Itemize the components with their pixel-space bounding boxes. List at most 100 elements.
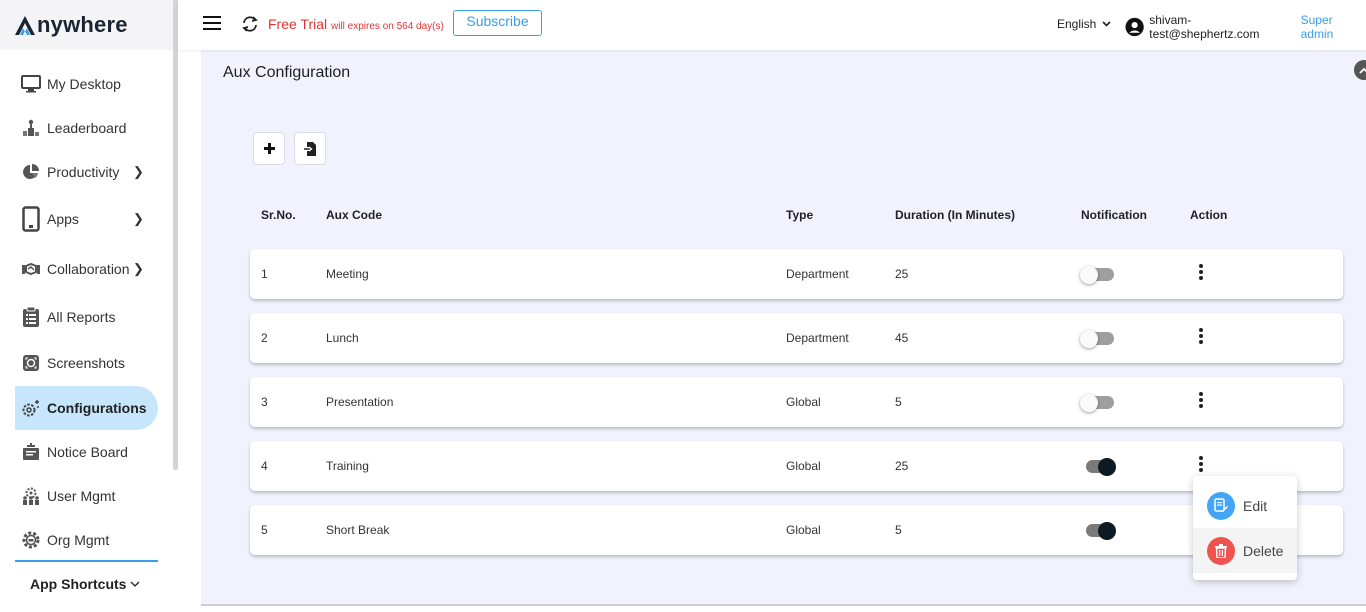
sidebar-item-label: Collaboration (47, 261, 130, 277)
column-header-type: Type (786, 208, 814, 222)
cell-aux-code: Lunch (326, 331, 359, 345)
table-row: 5 Short Break Global 5 (250, 505, 1343, 555)
cell-type: Department (786, 267, 849, 281)
language-selector[interactable]: English (1057, 17, 1111, 31)
sync-icon[interactable] (240, 14, 260, 34)
sidebar-item-label: Configurations (47, 400, 147, 416)
toggle-knob (1080, 394, 1098, 412)
chevron-down-icon (1102, 21, 1111, 27)
sidebar-scrollbar[interactable] (173, 0, 178, 470)
notification-toggle[interactable] (1080, 266, 1116, 284)
collapse-panel-button[interactable] (1354, 60, 1366, 80)
file-import-icon (303, 141, 316, 156)
chevron-down-icon (130, 581, 140, 587)
tablet-icon (21, 206, 41, 232)
user-avatar-icon (1125, 17, 1144, 37)
logo-a-icon (15, 16, 35, 35)
toggle-knob (1080, 330, 1098, 348)
row-action-menu: Edit Delete (1193, 476, 1297, 580)
sidebar-item-productivity[interactable]: Productivity ❯ (15, 150, 158, 194)
edit-icon (1207, 491, 1235, 520)
sidebar-item-apps[interactable]: Apps ❯ (15, 194, 158, 244)
hamburger-line (203, 28, 221, 30)
notification-toggle[interactable] (1080, 394, 1116, 412)
notification-toggle[interactable] (1080, 458, 1116, 476)
cell-duration: 25 (895, 459, 909, 473)
sidebar-item-my-desktop[interactable]: My Desktop (15, 62, 158, 106)
app-shortcuts-toggle[interactable]: App Shortcuts (30, 576, 140, 592)
sidebar-item-org-mgmt[interactable]: Org Mgmt (15, 518, 158, 562)
free-trial-notice: Free Trial will expires on 564 day(s) (268, 16, 444, 32)
sidebar-item-all-reports[interactable]: All Reports (15, 294, 158, 340)
menu-item-edit[interactable]: Edit (1193, 483, 1297, 528)
table-row: 3 Presentation Global 5 (250, 377, 1343, 427)
more-actions-icon[interactable] (1195, 325, 1207, 347)
gear-icon (21, 398, 41, 418)
menu-item-delete[interactable]: Delete (1193, 528, 1297, 573)
leaderboard-icon (21, 118, 41, 138)
import-file-button[interactable] (294, 132, 326, 165)
language-value: English (1057, 17, 1097, 31)
toggle-knob (1080, 266, 1098, 284)
more-actions-icon[interactable] (1195, 453, 1207, 475)
cell-duration: 25 (895, 267, 909, 281)
add-aux-button[interactable] (253, 132, 285, 165)
chevron-right-icon: ❯ (133, 164, 144, 179)
hamburger-line (203, 22, 221, 24)
menu-toggle-button[interactable] (203, 16, 221, 32)
column-header-duration: Duration (In Minutes) (895, 208, 1015, 222)
table-row: 4 Training Global 25 (250, 441, 1343, 491)
cell-sr-no: 3 (261, 395, 268, 409)
notice-board-icon (21, 442, 41, 462)
notification-toggle[interactable] (1080, 330, 1116, 348)
cell-sr-no: 1 (261, 267, 268, 281)
user-email: shivam-test@shephertz.com (1149, 13, 1260, 41)
more-actions-icon[interactable] (1195, 261, 1207, 283)
sidebar-item-label: Screenshots (47, 355, 125, 371)
sidebar-item-notice-board[interactable]: Notice Board (15, 430, 158, 474)
sidebar-item-configurations[interactable]: Configurations (15, 386, 158, 430)
trial-note: will expires on 564 day(s) (331, 21, 444, 32)
sidebar-item-label: Org Mgmt (47, 532, 110, 548)
notification-toggle[interactable] (1080, 522, 1116, 540)
column-header-notification: Notification (1081, 208, 1147, 222)
clipboard-list-icon (21, 306, 41, 327)
user-role: Super admin (1300, 13, 1334, 41)
cell-type: Global (786, 523, 821, 537)
cell-aux-code: Meeting (326, 267, 369, 281)
page-title: Aux Configuration (223, 64, 351, 81)
sidebar-item-screenshots[interactable]: Screenshots (15, 340, 158, 386)
sidebar-item-user-mgmt[interactable]: User Mgmt (15, 474, 158, 518)
cell-duration: 45 (895, 331, 909, 345)
sidebar-divider (15, 560, 158, 562)
sidebar-item-label: My Desktop (47, 76, 121, 92)
column-header-sr-no: Sr.No. (261, 208, 296, 222)
subscribe-button[interactable]: Subscribe (453, 10, 542, 36)
toggle-knob (1098, 458, 1116, 476)
table-row: 1 Meeting Department 25 (250, 249, 1343, 299)
sidebar-item-label: Apps (47, 211, 79, 227)
aux-configuration-panel: Aux Configuration Sr.No. Aux Code Type D… (201, 50, 1366, 606)
menu-item-label: Edit (1243, 497, 1268, 514)
cell-aux-code: Presentation (326, 395, 394, 409)
sidebar-item-collaboration[interactable]: Collaboration ❯ (15, 244, 158, 294)
sidebar-item-label: Leaderboard (47, 120, 127, 136)
desktop-icon (21, 74, 41, 94)
pie-chart-icon (21, 162, 41, 182)
column-header-action: Action (1190, 208, 1228, 222)
more-actions-icon[interactable] (1195, 389, 1207, 411)
toggle-knob (1098, 522, 1116, 540)
cell-duration: 5 (895, 395, 902, 409)
org-gear-icon (21, 530, 41, 550)
trash-icon (1207, 536, 1235, 565)
cell-duration: 5 (895, 523, 902, 537)
trial-label: Free Trial (268, 16, 328, 32)
sidebar-item-label: Notice Board (47, 444, 128, 460)
app-logo[interactable]: nywhere (14, 12, 128, 38)
cell-aux-code: Training (326, 459, 369, 473)
sidebar-item-leaderboard[interactable]: Leaderboard (15, 106, 158, 150)
sidebar-item-label: User Mgmt (47, 488, 116, 504)
column-header-aux-code: Aux Code (326, 208, 383, 222)
user-profile[interactable]: shivam-test@shephertz.com Super admin (1125, 13, 1366, 41)
cell-aux-code: Short Break (326, 523, 390, 537)
